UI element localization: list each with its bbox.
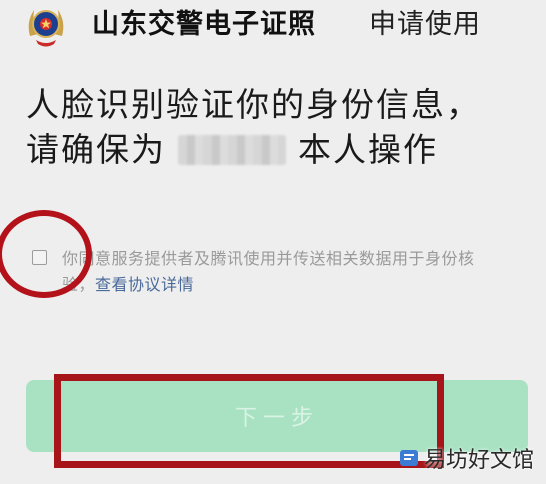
header: 山东交警电子证照 申请使用 — [0, 0, 546, 56]
police-emblem-icon — [28, 10, 64, 47]
annotation-rectangle — [54, 374, 444, 468]
view-agreement-link[interactable]: 查看协议详情 — [95, 275, 194, 294]
headline-line-1: 人脸识别验证你的身份信息， — [26, 85, 481, 124]
headline-line-2-suffix: 本人操作 — [298, 130, 438, 169]
masked-user-name — [178, 135, 286, 165]
headline-line-2: 请确保为 本人操作 — [26, 127, 526, 172]
header-action-text: 申请使用 — [369, 9, 481, 40]
verification-headline: 人脸识别验证你的身份信息， 请确保为 本人操作 — [26, 82, 526, 172]
watermark-logo-icon — [399, 450, 418, 466]
app-name: 山东交警电子证照 — [92, 9, 316, 40]
agreement-text: 你同意服务提供者及腾讯使用并传送相关数据用于身份核 验，查看协议详情 — [62, 246, 542, 298]
watermark: 易坊好文馆 — [398, 442, 534, 474]
annotation-circle — [0, 210, 92, 298]
headline-line-2-prefix: 请确保为 — [26, 130, 166, 169]
agreement-text-line-1: 你同意服务提供者及腾讯使用并传送相关数据用于身份核 — [62, 249, 475, 268]
watermark-text: 易坊好文馆 — [423, 448, 534, 473]
agreement-text-line-2: 验，查看协议详情 — [62, 272, 542, 298]
